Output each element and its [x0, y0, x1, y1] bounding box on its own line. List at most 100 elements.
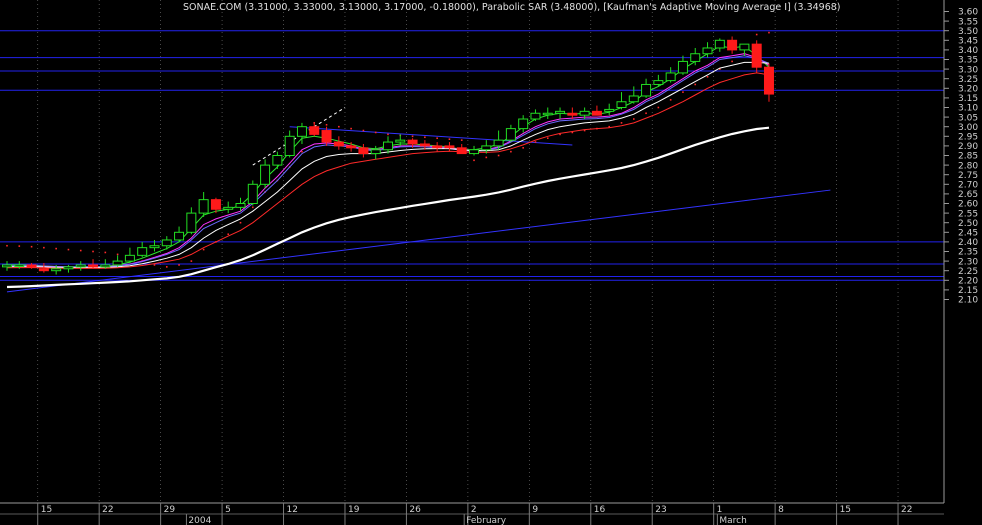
x-tick-label: 26: [409, 505, 421, 515]
candle-up: [382, 141, 393, 151]
y-tick-label: 3.10: [958, 104, 978, 114]
x-tick-label: 12: [287, 505, 298, 515]
candle-up: [296, 126, 307, 137]
y-tick-label: 3.55: [958, 17, 978, 27]
sar-dot: [731, 60, 733, 63]
candle-down: [333, 141, 344, 147]
candle-up: [260, 164, 271, 185]
sar-dot: [338, 125, 340, 128]
sar-dot: [30, 245, 33, 248]
y-tick-label: 3.25: [958, 75, 978, 85]
sar-dot: [325, 123, 328, 126]
candle-down: [727, 39, 738, 51]
candle-down: [763, 66, 774, 95]
candle-up: [2, 264, 12, 268]
candle-up: [702, 47, 713, 55]
x-tick-label: 5: [225, 505, 231, 515]
sar-dot: [669, 99, 672, 101]
sar-dot: [252, 206, 254, 209]
y-tick-label: 3.60: [958, 8, 978, 18]
candle-up: [124, 254, 135, 262]
sar-dot: [485, 156, 488, 159]
candle-up: [690, 53, 701, 62]
sar-dot: [6, 244, 8, 247]
candle-up: [14, 264, 25, 267]
candle-up: [493, 139, 504, 147]
sar-dot: [362, 129, 365, 132]
candle-down: [38, 268, 49, 272]
candle-up: [469, 149, 480, 155]
y-tick-label: 3.35: [958, 56, 978, 66]
sar-dot: [706, 75, 709, 78]
candle-up: [100, 264, 111, 268]
x-tick-label: 19: [348, 505, 360, 515]
sar-dot: [202, 248, 205, 251]
y-tick-label: 3.30: [958, 65, 978, 75]
sar-dot: [104, 251, 107, 254]
sar-dot: [190, 260, 193, 262]
sar-dot: [510, 150, 512, 153]
y-tick-label: 2.10: [958, 296, 978, 306]
sar-dot: [165, 266, 168, 268]
sar-dot: [448, 138, 451, 140]
candle-down: [444, 145, 455, 149]
x-tick-label: 9: [532, 505, 538, 515]
y-tick-label: 3.05: [958, 113, 978, 123]
candle-up: [370, 149, 381, 155]
sar-dot: [178, 264, 180, 266]
sar-dot: [460, 139, 463, 141]
candle-up: [579, 110, 590, 116]
y-tick-label: 2.75: [958, 171, 978, 181]
sar-dot: [645, 112, 647, 115]
candle-up: [174, 231, 185, 241]
candle-up: [51, 268, 62, 272]
sar-dot: [67, 248, 70, 251]
sar-dot: [387, 133, 389, 136]
sar-dot: [153, 264, 156, 266]
stock-chart[interactable]: 2.102.152.202.252.302.352.402.452.502.55…: [0, 0, 982, 525]
sar-dot: [657, 106, 660, 109]
sar-dot: [18, 245, 21, 247]
sar-dot: [92, 250, 94, 253]
sar-dot: [227, 233, 230, 236]
y-tick-label: 2.55: [958, 209, 978, 219]
candle-down: [751, 43, 762, 68]
candle-down: [321, 130, 332, 143]
candle-up: [542, 112, 553, 116]
sar-dot: [411, 135, 414, 138]
candle-up: [198, 199, 209, 214]
x-tick-label: 16: [594, 505, 606, 515]
sar-dot: [632, 118, 635, 120]
sar-dot: [682, 91, 684, 93]
x-tick-label: 23: [655, 505, 666, 515]
x-tick-label: 1: [717, 505, 723, 515]
sar-dot: [55, 247, 57, 250]
candle-up: [665, 72, 676, 82]
candle-down: [88, 264, 99, 268]
candle-up: [530, 112, 541, 120]
candle-down: [591, 110, 602, 116]
sar-dot: [424, 136, 426, 139]
sar-dot: [79, 249, 82, 252]
candle-up: [628, 95, 639, 103]
sar-dot: [116, 253, 119, 256]
sar-dot: [239, 221, 242, 224]
candle-up: [604, 108, 615, 112]
y-tick-label: 3.50: [958, 27, 978, 37]
y-tick-label: 2.65: [958, 190, 978, 200]
y-tick-label: 2.60: [958, 200, 978, 210]
sar-dot: [374, 131, 377, 134]
month-label: 2004: [188, 516, 211, 525]
sar-dot: [350, 127, 352, 130]
candle-up: [272, 155, 283, 166]
candle-up: [75, 264, 86, 268]
sar-dot: [497, 154, 500, 157]
x-tick-label: 22: [901, 505, 912, 515]
candle-up: [137, 247, 148, 256]
candle-down: [26, 264, 37, 268]
y-tick-label: 3.40: [958, 46, 978, 56]
sar-dot: [768, 31, 770, 34]
sar-dot: [473, 159, 475, 162]
y-tick-label: 3.20: [958, 85, 978, 95]
candle-down: [407, 139, 418, 145]
